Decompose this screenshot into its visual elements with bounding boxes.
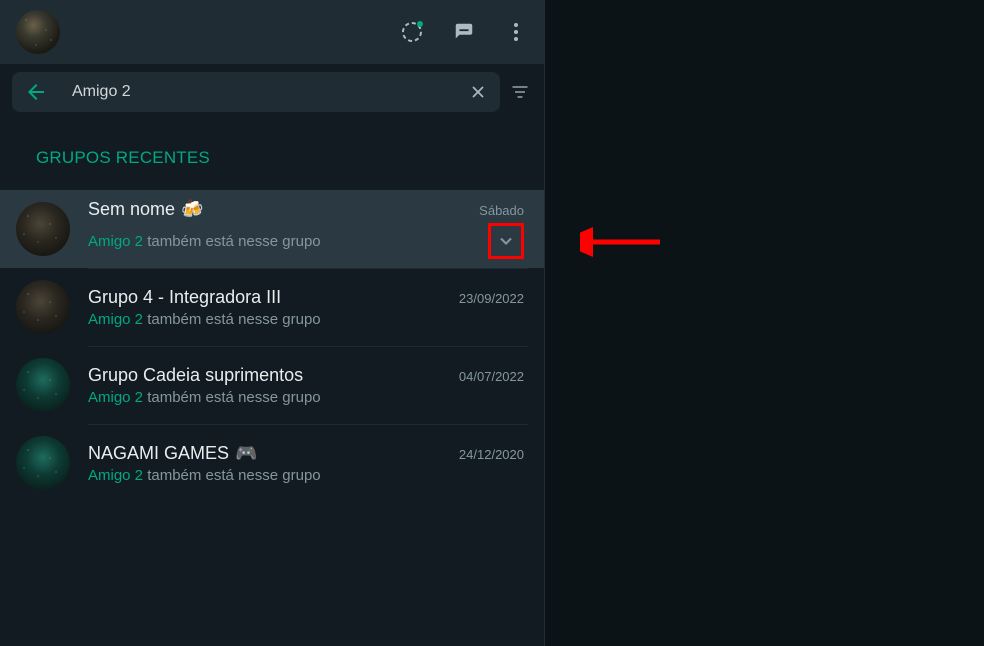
search-match-highlight: Amigo 2 (88, 467, 143, 484)
status-icon[interactable] (400, 20, 424, 44)
chat-avatar[interactable] (16, 436, 70, 490)
section-header-recent-groups: GRUPOS RECENTES (0, 120, 544, 190)
clear-search-icon[interactable] (468, 82, 488, 102)
chat-subtitle: Amigo 2 também está nesse grupo (88, 389, 321, 406)
app-container: GRUPOS RECENTES Sem nome🍻 Sábado Amigo 2 t… (0, 0, 984, 646)
chat-subtitle: Amigo 2 também está nesse grupo (88, 311, 321, 328)
sidebar-header (0, 0, 544, 64)
chat-item[interactable]: Sem nome🍻 Sábado Amigo 2 também está nesse… (0, 190, 544, 268)
chat-avatar[interactable] (16, 280, 70, 334)
chat-item[interactable]: Grupo Cadeia suprimentos 04/07/2022 Amigo … (0, 346, 544, 424)
chat-content: Grupo Cadeia suprimentos 04/07/2022 Amigo … (88, 346, 528, 424)
header-actions (400, 20, 528, 44)
chat-time: Sábado (479, 203, 524, 218)
chat-avatar[interactable] (16, 358, 70, 412)
content-area (545, 0, 984, 646)
chat-title: NAGAMI GAMES🎮 (88, 443, 257, 464)
chevron-down-icon[interactable] (496, 231, 516, 251)
search-back-icon[interactable] (24, 80, 48, 104)
chat-title: Sem nome🍻 (88, 199, 203, 220)
search-input[interactable] (72, 83, 444, 101)
chat-title: Grupo 4 - Integradora III (88, 287, 281, 308)
profile-avatar[interactable] (16, 10, 60, 54)
search-row (0, 64, 544, 120)
chat-title-emoji: 🎮 (235, 443, 257, 464)
search-box (12, 72, 500, 112)
filter-icon[interactable] (508, 80, 532, 104)
chat-subtitle: Amigo 2 também está nesse grupo (88, 467, 321, 484)
chat-avatar[interactable] (16, 202, 70, 256)
chat-time: 23/09/2022 (459, 291, 524, 306)
chat-title: Grupo Cadeia suprimentos (88, 365, 303, 386)
chat-list[interactable]: Sem nome🍻 Sábado Amigo 2 também está nesse… (0, 190, 544, 646)
chat-time: 04/07/2022 (459, 369, 524, 384)
search-match-highlight: Amigo 2 (88, 233, 143, 250)
chat-subtitle: Amigo 2 também está nesse grupo (88, 233, 321, 250)
sidebar: GRUPOS RECENTES Sem nome🍻 Sábado Amigo 2 t… (0, 0, 545, 646)
status-indicator-dot (417, 21, 423, 27)
chat-content: NAGAMI GAMES🎮 24/12/2020 Amigo 2 também es… (88, 424, 528, 502)
chat-content: Sem nome🍻 Sábado Amigo 2 também está nesse… (88, 190, 528, 268)
menu-icon[interactable] (504, 20, 528, 44)
chat-title-emoji: 🍻 (181, 199, 203, 220)
new-chat-icon[interactable] (452, 20, 476, 44)
search-match-highlight: Amigo 2 (88, 389, 143, 406)
chat-item[interactable]: NAGAMI GAMES🎮 24/12/2020 Amigo 2 também es… (0, 424, 544, 502)
chat-item[interactable]: Grupo 4 - Integradora III 23/09/2022 Amigo… (0, 268, 544, 346)
annotation-highlight-box (488, 223, 524, 259)
search-match-highlight: Amigo 2 (88, 311, 143, 328)
chat-time: 24/12/2020 (459, 447, 524, 462)
chat-content: Grupo 4 - Integradora III 23/09/2022 Amigo… (88, 268, 528, 346)
